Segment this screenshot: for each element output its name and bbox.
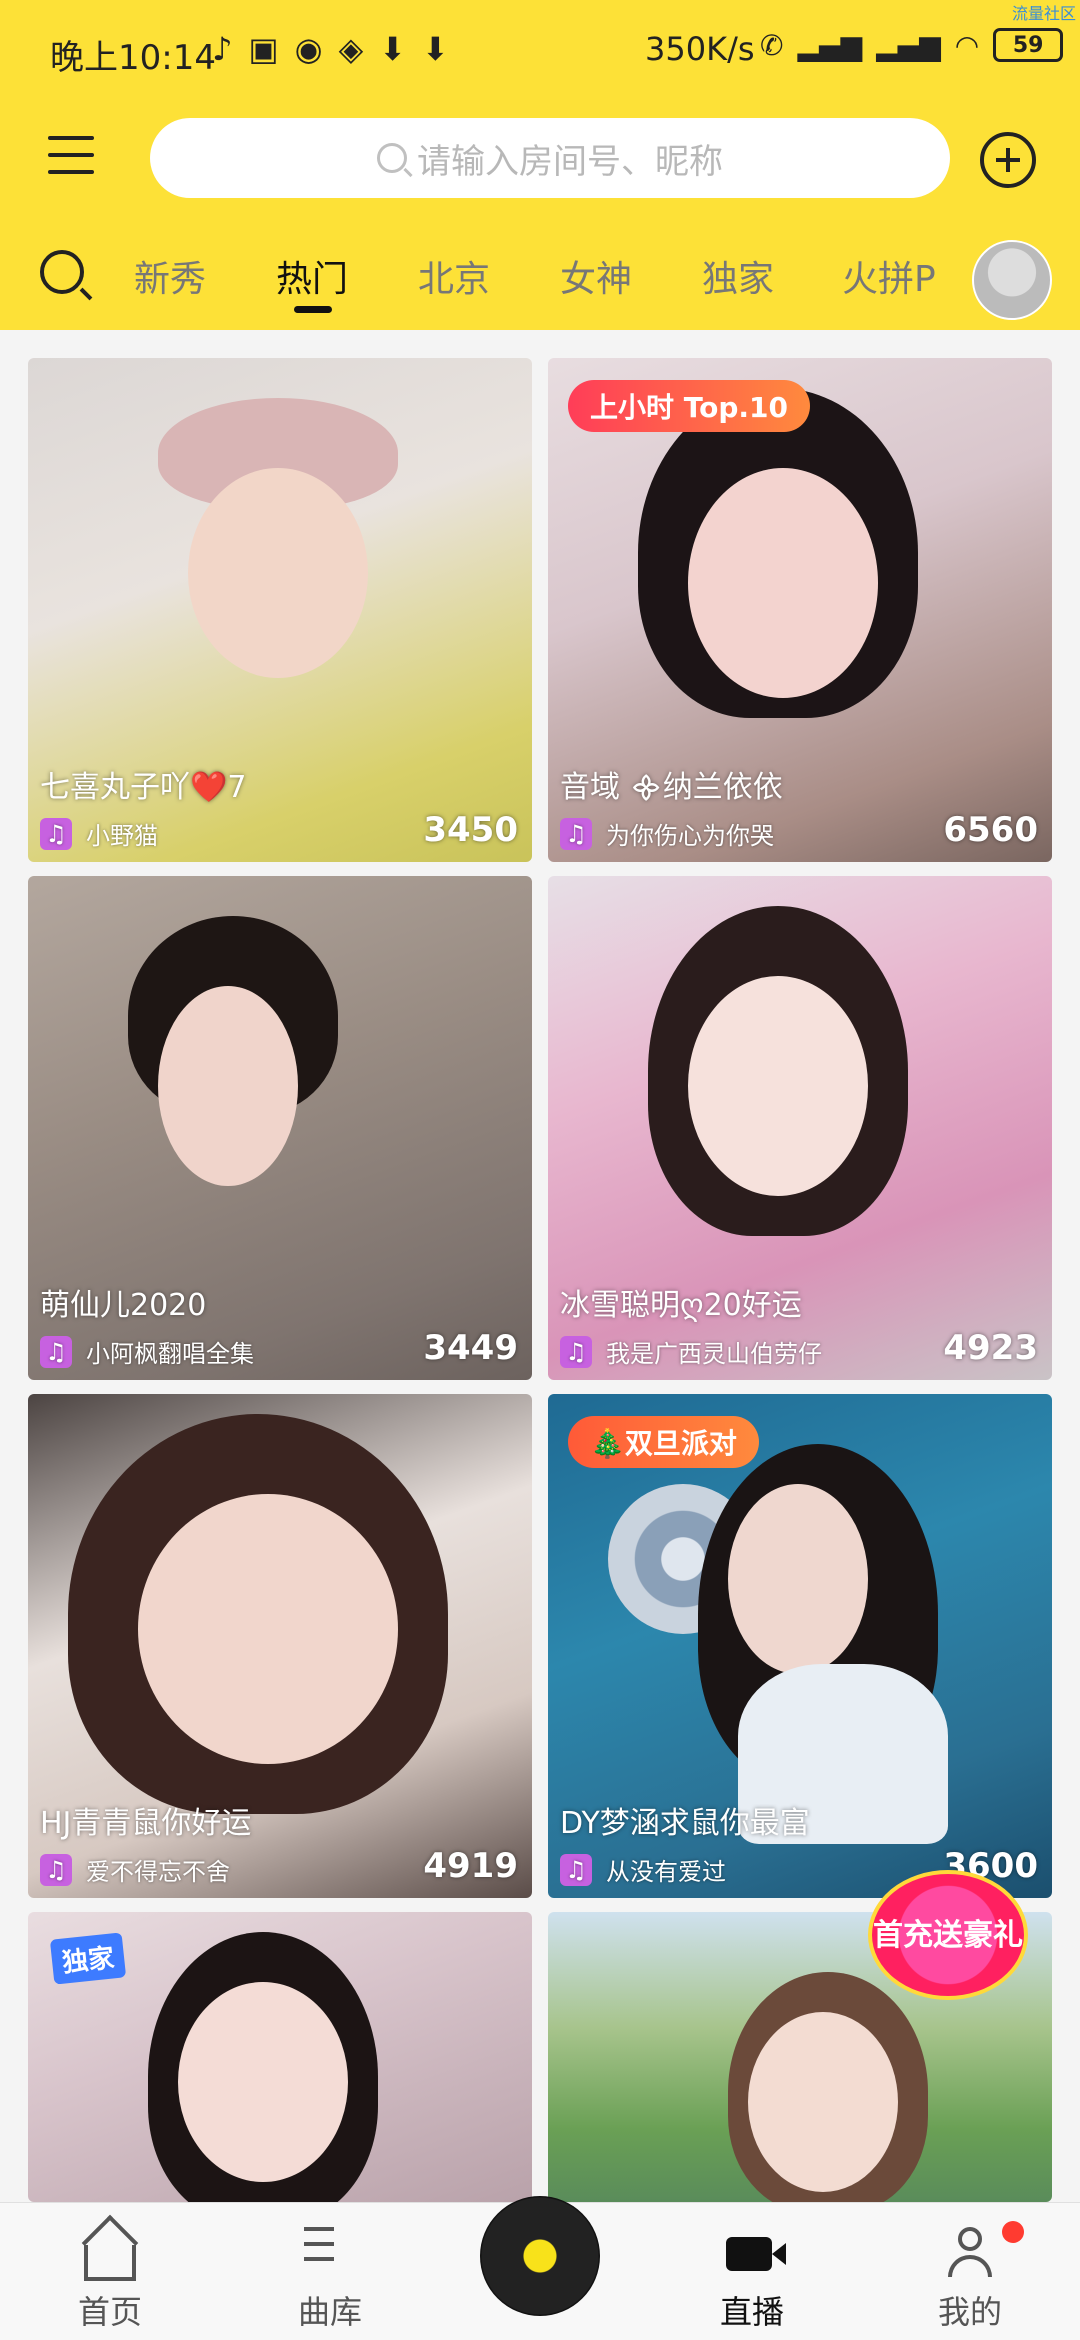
viewer-count: 4923 — [943, 1328, 1038, 1368]
card-image-face — [688, 976, 868, 1196]
viewer-count: 4919 — [423, 1846, 518, 1886]
avatar[interactable] — [972, 240, 1052, 320]
card-image-face — [688, 468, 878, 698]
room-title: 冰雪聪明ღ20好运 — [560, 1288, 802, 1323]
tab-underline — [294, 306, 332, 313]
download-icon: ⬇ — [379, 30, 406, 68]
notification-dot — [1002, 2221, 1024, 2243]
tab-label: 热门 — [276, 259, 349, 300]
card-image-face — [748, 2012, 898, 2192]
nav-library-label: 曲库 — [297, 2293, 362, 2331]
room-title: 七喜丸子吖❤️7 — [40, 770, 247, 805]
room-card[interactable]: HJ青青鼠你好运 ♫ 爱不得忘不舍 4919 — [28, 1394, 532, 1898]
nav-me[interactable]: 我的 — [890, 2203, 1050, 2340]
viewer-count: 3449 — [423, 1328, 518, 1368]
tab-remen[interactable]: 热门 — [276, 250, 349, 313]
nav-library[interactable]: 曲库 — [250, 2203, 410, 2340]
wifi-icon: ◠ — [954, 28, 980, 62]
nav-home[interactable]: 首页 — [30, 2203, 190, 2340]
status-notification-icons: ♪ ▣ ◉ ◈ ⬇ ⬇ — [212, 30, 449, 68]
room-card[interactable]: 🎄双旦派对 DY梦涵求鼠你最富 ♫ 从没有爱过 3600 — [548, 1394, 1052, 1898]
room-song: ♫ 小阿枫翻唱全集 — [40, 1334, 254, 1369]
card-image-face — [138, 1494, 398, 1764]
tab-dujia[interactable]: 独家 — [702, 250, 774, 302]
network-speed: 350K/s — [645, 30, 755, 68]
room-card[interactable]: 萌仙儿2020 ♫ 小阿枫翻唱全集 3449 — [28, 876, 532, 1380]
room-card[interactable]: 冰雪聪明ღ20好运 ♫ 我是广西灵山伯劳仔 4923 — [548, 876, 1052, 1380]
search-input[interactable]: 请输入房间号、昵称 — [150, 118, 950, 198]
nav-home-label: 首页 — [77, 2293, 142, 2331]
top-bar: 请输入房间号、昵称 — [0, 110, 1080, 210]
nav-me-label: 我的 — [937, 2293, 1002, 2331]
home-icon — [84, 2245, 136, 2281]
status-system-icons: ✆ ▂▄▆ ▂▄▆ ◠ 59 — [760, 28, 1064, 62]
music-note-icon: ♫ — [560, 1335, 592, 1368]
viewer-count: 6560 — [943, 810, 1038, 850]
card-image-face — [188, 468, 368, 678]
app-icon: ◈ — [338, 30, 364, 68]
battery-icon: 59 — [993, 28, 1064, 62]
tab-beijing[interactable]: 北京 — [418, 250, 490, 302]
music-note-icon: ♫ — [40, 817, 72, 850]
room-title: DY梦涵求鼠你最富 — [560, 1806, 810, 1841]
video-camera-icon — [726, 2237, 786, 2271]
room-title: HJ青青鼠你好运 — [40, 1806, 252, 1841]
room-song: ♫ 为你伤心为你哭 — [560, 816, 774, 851]
room-song: ♫ 爱不得忘不舍 — [40, 1852, 230, 1887]
search-placeholder: 请输入房间号、昵称 — [417, 141, 723, 182]
add-icon[interactable] — [980, 132, 1036, 188]
tiktok-icon: ♪ — [212, 30, 233, 68]
card-image-face — [178, 1982, 348, 2182]
tab-nvshen[interactable]: 女神 — [560, 250, 632, 302]
music-note-icon: ♫ — [40, 1335, 72, 1368]
music-note-icon: ♫ — [560, 1853, 592, 1886]
library-icon — [304, 2227, 356, 2279]
status-time: 晚上10:14 — [50, 38, 216, 78]
status-bar: 晚上10:14 ♪ ▣ ◉ ◈ ⬇ ⬇ 350K/s ✆ ▂▄▆ ▂▄▆ ◠ 5… — [0, 0, 1080, 100]
room-song: ♫ 小野猫 — [40, 816, 158, 851]
room-title: 萌仙儿2020 — [40, 1288, 207, 1323]
room-card[interactable]: 上小时 Top.10 音域 ᯽纳兰依依 ♫ 为你伤心为你哭 6560 — [548, 358, 1052, 862]
room-song: ♫ 从没有爱过 — [560, 1852, 726, 1887]
category-tabs: 新秀 热门 北京 女神 独家 火拼P — [0, 240, 1080, 320]
download-icon-2: ⬇ — [422, 30, 449, 68]
music-note-icon: ♫ — [40, 1853, 72, 1886]
app-header: 晚上10:14 ♪ ▣ ◉ ◈ ⬇ ⬇ 350K/s ✆ ▂▄▆ ▂▄▆ ◠ 5… — [0, 0, 1080, 330]
song-name: 爱不得忘不舍 — [86, 1858, 230, 1886]
nav-live[interactable]: 直播 — [672, 2203, 832, 2340]
song-name: 我是广西灵山伯劳仔 — [606, 1340, 822, 1368]
user-icon — [944, 2227, 996, 2279]
message-icon: ▣ — [248, 30, 279, 68]
wechat-icon: ◉ — [294, 30, 323, 68]
music-note-icon: ♫ — [560, 817, 592, 850]
tab-huopin[interactable]: 火拼P — [842, 250, 936, 302]
song-name: 从没有爱过 — [606, 1858, 726, 1886]
event-badge: 🎄双旦派对 — [568, 1416, 759, 1468]
menu-icon[interactable] — [48, 136, 94, 182]
viewer-count: 3450 — [423, 810, 518, 850]
room-card[interactable]: 七喜丸子吖❤️7 ♫ 小野猫 3450 — [28, 358, 532, 862]
exclusive-tag: 独家 — [49, 1932, 127, 1985]
room-song: ♫ 我是广西灵山伯劳仔 — [560, 1334, 822, 1369]
song-name: 小野猫 — [86, 822, 158, 850]
song-name: 为你伤心为你哭 — [606, 822, 774, 850]
search-icon — [377, 143, 407, 173]
nav-live-label: 直播 — [719, 2293, 784, 2331]
tab-xinxiu[interactable]: 新秀 — [134, 250, 206, 302]
song-name: 小阿枫翻唱全集 — [86, 1340, 254, 1368]
tab-search-icon[interactable] — [40, 250, 84, 294]
signal-icon: ▂▄▆ — [797, 28, 863, 62]
signal-hd-icon: ▂▄▆ — [876, 28, 941, 62]
room-title: 音域 ᯽纳兰依依 — [560, 770, 783, 805]
watermark: 流量社区 — [1011, 4, 1076, 23]
rank-badge: 上小时 Top.10 — [568, 380, 811, 432]
music-player-button[interactable] — [480, 2196, 600, 2316]
card-image-face — [158, 986, 298, 1186]
first-recharge-promo[interactable]: 首充送豪礼 — [868, 1870, 1028, 2000]
call-icon: ✆ — [760, 28, 784, 62]
card-image-face — [728, 1484, 868, 1674]
